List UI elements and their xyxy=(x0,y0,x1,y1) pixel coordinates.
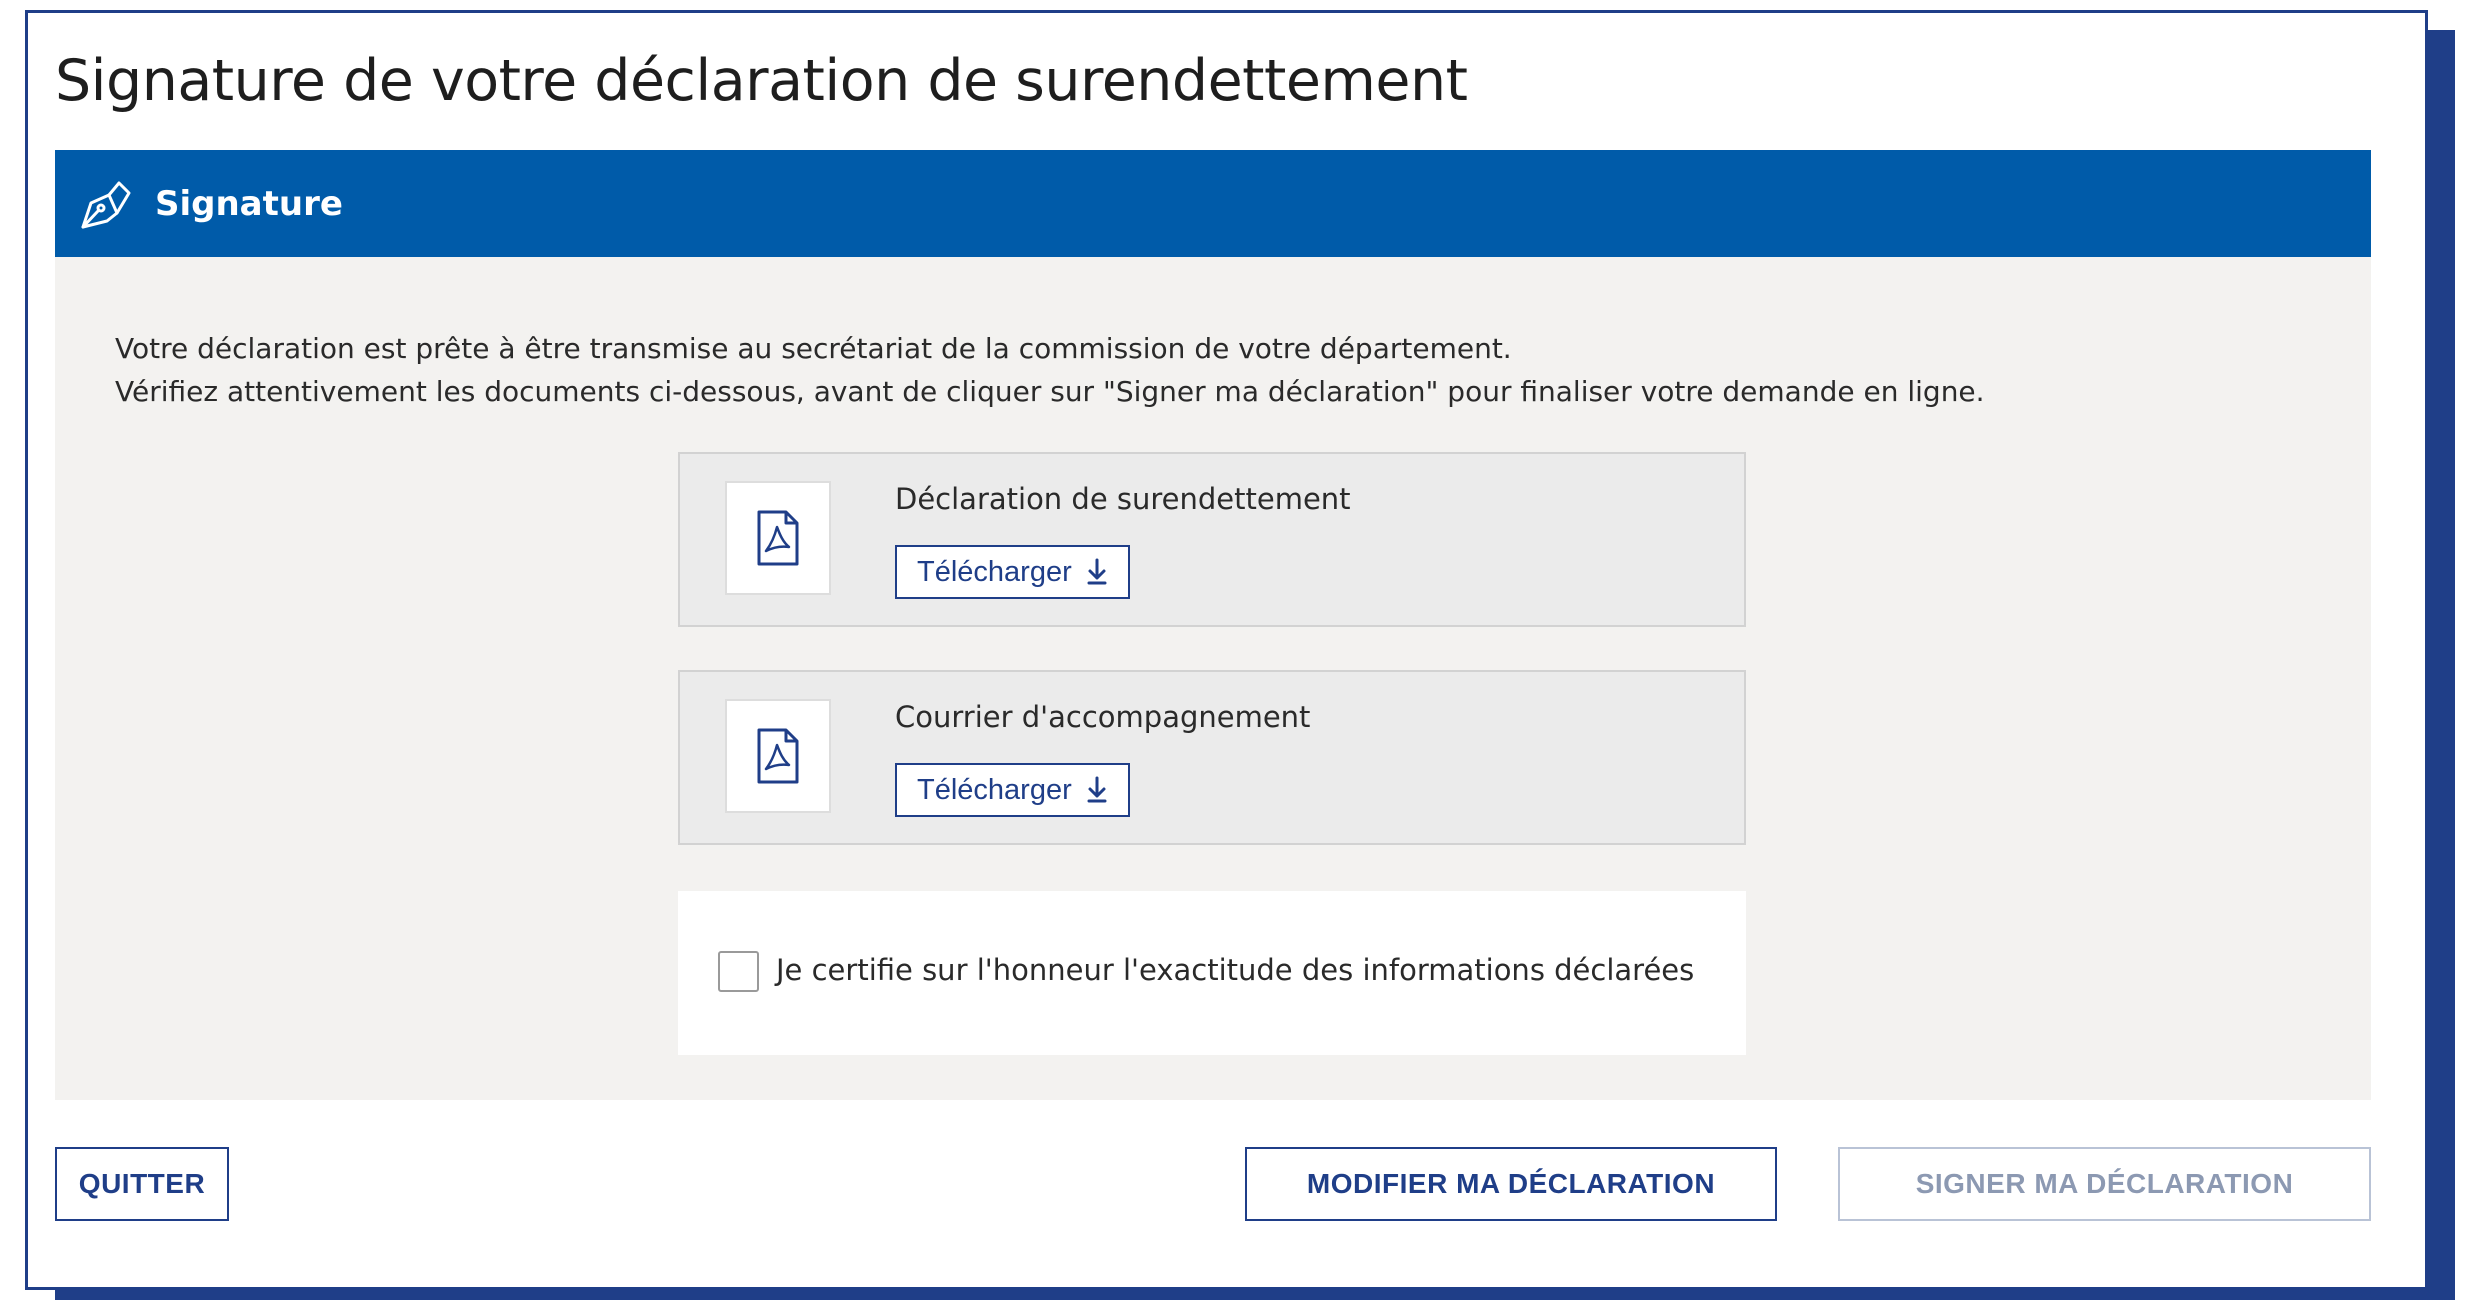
download-icon xyxy=(1087,558,1107,585)
pdf-file-icon xyxy=(757,510,799,566)
section-title: Signature xyxy=(155,183,343,224)
signature-panel: Votre déclaration est prête à être trans… xyxy=(55,257,2371,1100)
certification-checkbox[interactable] xyxy=(718,951,759,992)
modify-declaration-button[interactable]: MODIFIER MA DÉCLARATION xyxy=(1245,1147,1777,1221)
document-card: Courrier d'accompagnement Télécharger xyxy=(678,670,1746,845)
page-title: Signature de votre déclaration de surend… xyxy=(55,48,1468,114)
document-name: Courrier d'accompagnement xyxy=(895,700,1311,734)
quit-button[interactable]: QUITTER xyxy=(55,1147,229,1221)
intro-text: Votre déclaration est prête à être trans… xyxy=(115,327,1985,413)
pdf-file-icon xyxy=(757,728,799,784)
download-label: Télécharger xyxy=(917,773,1072,806)
document-name: Déclaration de surendettement xyxy=(895,482,1351,516)
download-icon xyxy=(1087,776,1107,803)
pen-nib-icon xyxy=(81,181,131,228)
download-button[interactable]: Télécharger xyxy=(895,545,1130,599)
document-thumbnail xyxy=(725,481,831,595)
download-button[interactable]: Télécharger xyxy=(895,763,1130,817)
intro-line-1: Votre déclaration est prête à être trans… xyxy=(115,332,1512,365)
document-card: Déclaration de surendettement Télécharge… xyxy=(678,452,1746,627)
certification-box: Je certifie sur l'honneur l'exactitude d… xyxy=(678,891,1746,1055)
document-thumbnail xyxy=(725,699,831,813)
section-header: Signature xyxy=(55,150,2371,257)
sign-declaration-button[interactable]: SIGNER MA DÉCLARATION xyxy=(1838,1147,2371,1221)
certification-label[interactable]: Je certifie sur l'honneur l'exactitude d… xyxy=(776,953,1694,987)
download-label: Télécharger xyxy=(917,555,1072,588)
intro-line-2: Vérifiez attentivement les documents ci-… xyxy=(115,375,1985,408)
